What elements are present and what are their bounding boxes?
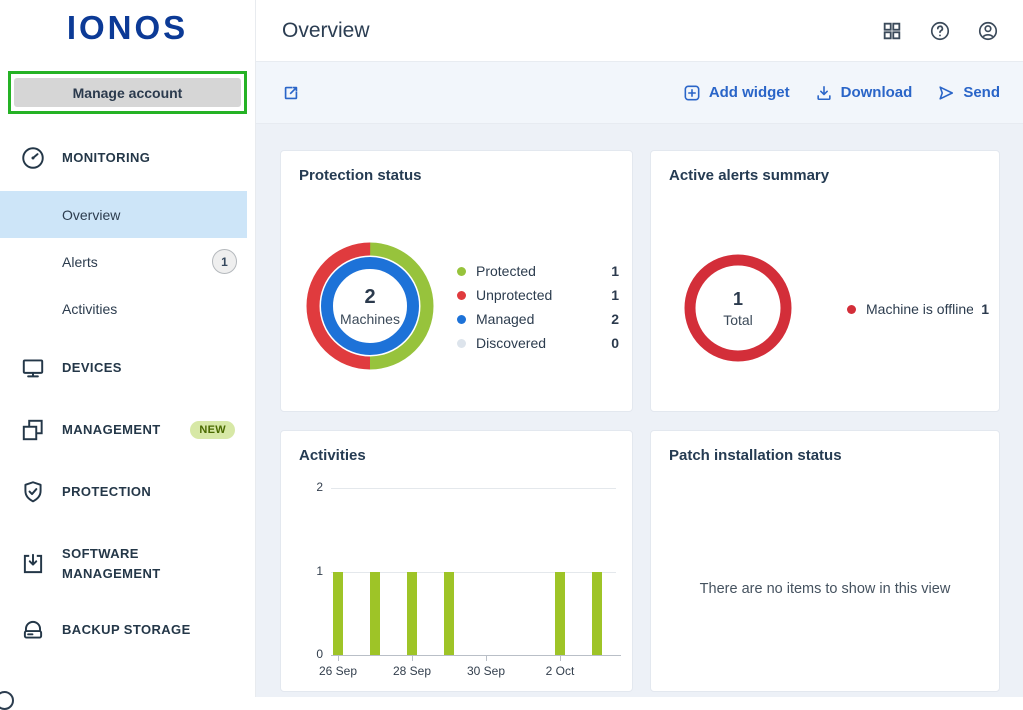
legend-row-machine-offline: Machine is offline… 1 <box>847 298 989 320</box>
annotation-highlight-box: Manage account <box>8 71 247 114</box>
gridline <box>331 488 616 489</box>
sidebar-section-protection[interactable]: PROTECTION <box>0 470 247 514</box>
ionos-logo: IONOS <box>0 9 255 47</box>
protection-donut-chart: 2 Machines <box>305 241 435 371</box>
sidebar-section-management[interactable]: MANAGEMENT NEW <box>0 408 247 452</box>
sidebar-item-activities[interactable]: Activities <box>0 285 247 332</box>
alerts-total-count: 1 <box>733 289 743 310</box>
bar <box>370 572 380 655</box>
new-badge: NEW <box>190 421 235 439</box>
donut-center: 1 Total <box>683 253 793 363</box>
widget-active-alerts: Active alerts summary 1 Total Machine is… <box>650 150 1000 412</box>
legend-row-unprotected: Unprotected 1 <box>457 283 619 307</box>
donut-center: 2 Machines <box>305 241 435 371</box>
xtick <box>412 656 413 661</box>
add-widget-button[interactable]: Add widget <box>682 83 790 103</box>
sidebar-section-label: MANAGEMENT <box>62 420 190 440</box>
activities-bar-chart: 0 1 2 26 Sep 28 Sep 30 Sep 2 Oct <box>281 431 632 691</box>
sidebar-section-backup-storage[interactable]: BACKUP STORAGE <box>0 608 247 652</box>
alerts-legend: Machine is offline… 1 <box>847 298 989 320</box>
page-title: Overview <box>282 19 370 43</box>
software-box-icon <box>20 551 46 577</box>
manage-account-button[interactable]: Manage account <box>14 78 241 107</box>
account-icon[interactable] <box>977 20 999 42</box>
windows-icon <box>20 417 46 443</box>
help-icon[interactable] <box>929 20 951 42</box>
machines-label: Machines <box>340 311 400 327</box>
download-button[interactable]: Download <box>814 83 913 103</box>
shield-check-icon <box>20 479 46 505</box>
widget-patch-installation: Patch installation status There are no i… <box>650 430 1000 692</box>
send-button[interactable]: Send <box>936 83 1000 103</box>
machines-count: 2 <box>364 286 375 309</box>
protection-legend: Protected 1 Unprotected 1 Managed 2 Disc… <box>457 259 619 355</box>
legend-row-protected: Protected 1 <box>457 259 619 283</box>
widget-title: Patch installation status <box>669 447 842 464</box>
xlabel: 28 Sep <box>384 664 440 678</box>
sidebar-section-label: PROTECTION <box>62 482 212 502</box>
alerts-total-label: Total <box>723 312 753 328</box>
sidebar-section-label: SOFTWARE MANAGEMENT <box>62 544 212 584</box>
ytick: 1 <box>301 564 323 578</box>
axis <box>331 655 621 656</box>
dashboard-toolbar: Add widget Download Send <box>256 62 1023 124</box>
xtick <box>338 656 339 661</box>
download-icon <box>814 83 834 103</box>
xlabel: 30 Sep <box>458 664 514 678</box>
xtick <box>486 656 487 661</box>
widget-protection-status: Protection status 2 Machines Protected 1… <box>280 150 633 412</box>
dashboard-content: Protection status 2 Machines Protected 1… <box>256 124 1023 697</box>
sidebar-section-label: BACKUP STORAGE <box>62 620 212 640</box>
widget-title: Active alerts summary <box>669 167 829 184</box>
sidebar-item-label: Overview <box>62 207 120 223</box>
sidebar-section-software-management[interactable]: SOFTWARE MANAGEMENT <box>0 532 247 596</box>
cutoff-icon <box>0 691 14 710</box>
sidebar-item-alerts[interactable]: Alerts 1 <box>0 238 247 285</box>
header-icons <box>881 20 999 42</box>
sidebar: IONOS Manage account MONITORING Overview… <box>0 0 256 697</box>
managed-dot <box>457 315 466 324</box>
expand-icon[interactable] <box>281 83 301 103</box>
sidebar-section-label: DEVICES <box>62 358 212 378</box>
unprotected-dot <box>457 291 466 300</box>
gauge-icon <box>20 145 46 171</box>
widget-title: Protection status <box>299 167 422 184</box>
bar <box>555 572 565 655</box>
storage-drive-icon <box>20 617 46 643</box>
alerts-count-badge: 1 <box>212 249 237 274</box>
app-switcher-icon[interactable] <box>881 20 903 42</box>
xlabel: 26 Sep <box>310 664 366 678</box>
alert-dot <box>847 305 856 314</box>
widget-activities: Activities 01226 Sep28 Sep30 Sep2 Oct <box>280 430 633 692</box>
plus-square-icon <box>682 83 702 103</box>
discovered-dot <box>457 339 466 348</box>
alerts-donut-chart: 1 Total <box>683 253 793 363</box>
sidebar-section-devices[interactable]: DEVICES <box>0 346 247 390</box>
bar <box>407 572 417 655</box>
empty-view-message: There are no items to show in this view <box>651 581 999 597</box>
protected-dot <box>457 267 466 276</box>
ytick: 2 <box>301 480 323 494</box>
sidebar-item-overview[interactable]: Overview <box>0 191 247 238</box>
xlabel: 2 Oct <box>532 664 588 678</box>
bar <box>333 572 343 655</box>
sidebar-item-label: Alerts <box>62 254 98 270</box>
send-icon <box>936 83 956 103</box>
sidebar-item-label: Activities <box>62 301 117 317</box>
bar <box>592 572 602 655</box>
legend-row-discovered: Discovered 0 <box>457 331 619 355</box>
ytick: 0 <box>301 647 323 661</box>
sidebar-section-monitoring[interactable]: MONITORING <box>0 140 247 176</box>
toolbar-actions: Add widget Download Send <box>682 83 1000 103</box>
bar <box>444 572 454 655</box>
sidebar-section-label: MONITORING <box>62 148 212 168</box>
monitor-icon <box>20 355 46 381</box>
sidebar-nav: MONITORING Overview Alerts 1 Activities … <box>0 140 255 652</box>
page-header: Overview <box>256 0 1023 62</box>
xtick <box>560 656 561 661</box>
legend-row-managed: Managed 2 <box>457 307 619 331</box>
